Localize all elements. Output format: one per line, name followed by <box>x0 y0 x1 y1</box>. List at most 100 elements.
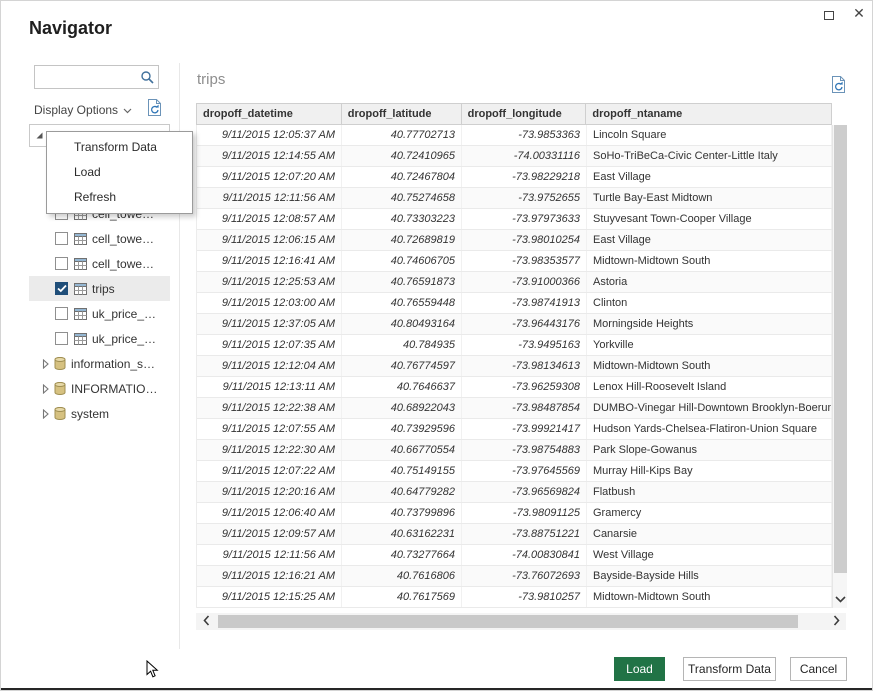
table-cell: 40.68922043 <box>342 398 462 418</box>
load-button[interactable]: Load <box>614 657 665 681</box>
window-bottom-edge <box>1 688 872 690</box>
table-cell: Murray Hill-Kips Bay <box>587 461 832 481</box>
table-icon <box>74 258 87 270</box>
refresh-preview-icon[interactable] <box>831 76 846 98</box>
table-cell: 40.784935 <box>342 335 462 355</box>
tree-item-label: information_s… <box>71 357 155 371</box>
table-cell: 40.72467804 <box>342 167 462 187</box>
column-header-dropoff-latitude: dropoff_latitude <box>342 104 462 124</box>
tree-item-uk-price[interactable]: uk_price_… <box>29 326 170 351</box>
table-cell: 9/11/2015 12:11:56 AM <box>197 545 342 565</box>
table-cell: 9/11/2015 12:20:16 AM <box>197 482 342 502</box>
restore-icon <box>824 11 834 20</box>
checkbox[interactable] <box>55 307 68 320</box>
navigator-dialog: Navigator ✕ Display Options cell_towe…ce… <box>0 0 873 691</box>
database-icon <box>54 382 66 395</box>
database-icon <box>54 357 66 370</box>
horizontal-scrollbar-thumb[interactable] <box>218 615 798 628</box>
checkbox[interactable] <box>55 257 68 270</box>
table-cell: 9/11/2015 12:14:55 AM <box>197 146 342 166</box>
expand-arrow-icon[interactable] <box>42 409 50 419</box>
tree-item-uk-price[interactable]: uk_price_… <box>29 301 170 326</box>
menu-item-transform-data[interactable]: Transform Data <box>47 135 192 160</box>
tree-item-label: uk_price_… <box>92 332 156 346</box>
tree-item-cell-towe[interactable]: cell_towe… <box>29 226 170 251</box>
table-row: 9/11/2015 12:07:22 AM40.75149155-73.9764… <box>197 461 832 482</box>
search-box <box>34 65 159 89</box>
table-cell: -73.97973633 <box>462 209 587 229</box>
tree-item-trips[interactable]: trips <box>29 276 170 301</box>
table-cell: DUMBO-Vinegar Hill-Downtown Brooklyn-Boe… <box>587 398 832 418</box>
table-cell: Morningside Heights <box>587 314 832 334</box>
table-cell: -73.9853363 <box>462 125 587 145</box>
close-button[interactable]: ✕ <box>850 4 868 22</box>
tree-item-informatio[interactable]: INFORMATIO… <box>29 376 170 401</box>
transform-data-button[interactable]: Transform Data <box>683 657 776 681</box>
search-input[interactable] <box>35 66 136 88</box>
table-row: 9/11/2015 12:08:57 AM40.73303223-73.9797… <box>197 209 832 230</box>
table-cell: 40.7616806 <box>342 566 462 586</box>
checkbox[interactable] <box>55 232 68 245</box>
restore-button[interactable] <box>821 8 836 22</box>
refresh-icon[interactable] <box>147 99 162 121</box>
context-menu: Transform DataLoadRefresh <box>46 131 193 214</box>
table-cell: 9/11/2015 12:07:22 AM <box>197 461 342 481</box>
tree-item-system[interactable]: system <box>29 401 170 426</box>
table-cell: -73.98010254 <box>462 230 587 250</box>
tree-item-cell-towe[interactable]: cell_towe… <box>29 251 170 276</box>
table-row: 9/11/2015 12:16:41 AM40.74606705-73.9835… <box>197 251 832 272</box>
menu-item-refresh[interactable]: Refresh <box>47 185 192 210</box>
scroll-down-button[interactable] <box>833 590 847 608</box>
column-header-dropoff-ntaname: dropoff_ntaname <box>586 104 831 124</box>
tree-item-label: system <box>71 407 109 421</box>
table-cell: -73.98487854 <box>462 398 587 418</box>
vertical-scrollbar[interactable] <box>832 125 847 608</box>
table-cell: 9/11/2015 12:13:11 AM <box>197 377 342 397</box>
table-cell: 40.64779282 <box>342 482 462 502</box>
table-icon <box>74 233 87 245</box>
table-row: 9/11/2015 12:06:15 AM40.72689819-73.9801… <box>197 230 832 251</box>
cancel-button[interactable]: Cancel <box>790 657 847 681</box>
table-cell: 9/11/2015 12:15:25 AM <box>197 587 342 607</box>
table-row: 9/11/2015 12:22:30 AM40.66770554-73.9875… <box>197 440 832 461</box>
expand-arrow-icon[interactable] <box>42 359 50 369</box>
scroll-right-button[interactable] <box>826 613 846 630</box>
table-cell: Park Slope-Gowanus <box>587 440 832 460</box>
display-options-dropdown[interactable]: Display Options <box>34 101 132 119</box>
table-cell: -73.98134613 <box>462 356 587 376</box>
checkbox[interactable] <box>55 332 68 345</box>
table-cell: 40.63162231 <box>342 524 462 544</box>
expand-arrow-icon[interactable] <box>42 384 50 394</box>
table-cell: Lenox Hill-Roosevelt Island <box>587 377 832 397</box>
table-cell: -73.96569824 <box>462 482 587 502</box>
table-cell: 40.73929596 <box>342 419 462 439</box>
table-cell: -73.99921417 <box>462 419 587 439</box>
checkbox-checked[interactable] <box>55 282 68 295</box>
table-cell: 40.75274658 <box>342 188 462 208</box>
table-cell: 9/11/2015 12:22:38 AM <box>197 398 342 418</box>
menu-item-load[interactable]: Load <box>47 160 192 185</box>
table-cell: 9/11/2015 12:11:56 AM <box>197 188 342 208</box>
scroll-left-button[interactable] <box>196 613 216 630</box>
table-cell: Turtle Bay-East Midtown <box>587 188 832 208</box>
table-cell: Midtown-Midtown South <box>587 587 832 607</box>
table-cell: 40.76591873 <box>342 272 462 292</box>
table-cell: -73.96443176 <box>462 314 587 334</box>
table-row: 9/11/2015 12:16:21 AM40.7616806-73.76072… <box>197 566 832 587</box>
scroll-down-icon <box>835 590 846 608</box>
table-cell: -73.96259308 <box>462 377 587 397</box>
search-icon[interactable] <box>136 70 158 84</box>
tree-item-information-s[interactable]: information_s… <box>29 351 170 376</box>
table-cell: -73.98353577 <box>462 251 587 271</box>
horizontal-scrollbar[interactable] <box>196 613 846 630</box>
table-cell: -73.98229218 <box>462 167 587 187</box>
table-cell: Hudson Yards-Chelsea-Flatiron-Union Squa… <box>587 419 832 439</box>
collapse-arrow-icon[interactable] <box>35 127 44 145</box>
table-cell: 40.77702713 <box>342 125 462 145</box>
table-cell: 9/11/2015 12:22:30 AM <box>197 440 342 460</box>
table-cell: 40.73277664 <box>342 545 462 565</box>
vertical-scrollbar-thumb[interactable] <box>834 125 847 573</box>
navigation-tree: cell_towe…cell_towe…cell_towe…tripsuk_pr… <box>29 201 170 426</box>
table-cell: 9/11/2015 12:07:20 AM <box>197 167 342 187</box>
table-row: 9/11/2015 12:12:04 AM40.76774597-73.9813… <box>197 356 832 377</box>
